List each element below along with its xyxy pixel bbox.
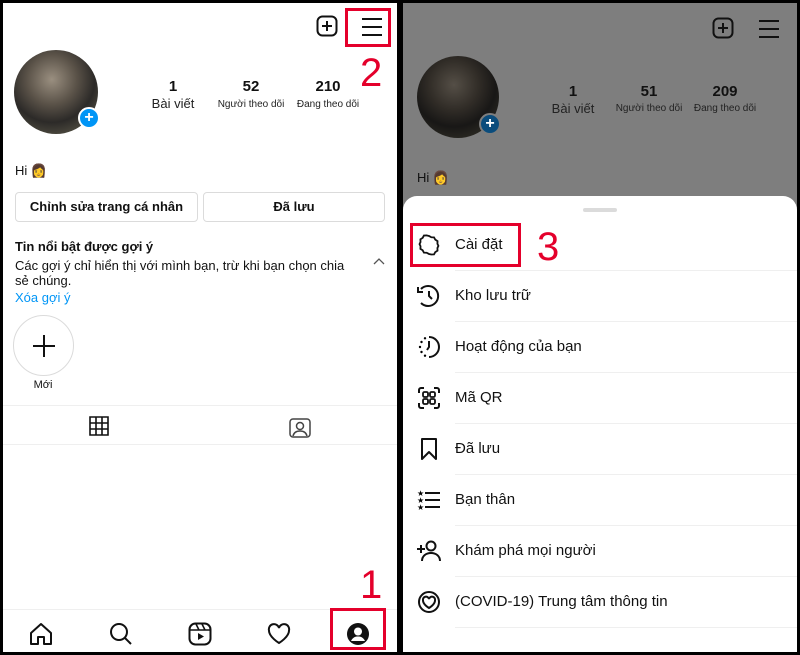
svg-text:★: ★ [417,503,424,512]
highlights-title: Tin nổi bật được gợi ý [15,239,154,254]
menu-item-label: Kho lưu trữ [455,287,531,304]
following-label: Đang theo dõi [693,103,757,114]
following-count: 209 [712,83,738,100]
new-highlight-button[interactable] [13,315,74,376]
grid-icon[interactable] [89,416,109,436]
menu-item-label: (COVID-19) Trung tâm thông tin [455,593,668,610]
reels-icon[interactable] [188,622,212,646]
menu-item-bookmark[interactable]: Đã lưu [403,424,797,475]
bio-text: Hi 👩 [15,163,48,178]
menu-item-label: Hoạt động của bạn [455,338,582,355]
followers-count: 51 [640,83,658,100]
menu-item-close-friends[interactable]: ★ ★ ★ Bạn thân [403,475,797,526]
menu-item-label: Mã QR [455,389,503,406]
step-number-1: 1 [360,563,383,607]
new-post-icon[interactable] [712,17,734,39]
following-count[interactable]: 210 [315,78,340,95]
tagged-icon[interactable] [289,416,311,438]
posts-count: 1 [168,78,178,95]
posts-count: 1 [568,83,578,100]
activity-icon [418,336,440,358]
profile-screen-with-menu: + 1 Bài viết 51 Người theo dõi 209 Đang … [403,3,797,652]
archive-icon [417,285,440,307]
add-story-badge[interactable]: + [78,107,100,129]
plus-icon [33,335,55,357]
hamburger-menu-icon[interactable] [361,17,383,37]
settings-highlight [410,223,521,267]
home-icon[interactable] [29,622,53,646]
menu-item-label: Đã lưu [455,440,501,457]
remove-suggestions-link[interactable]: Xóa gợi ý [15,290,71,305]
menu-item-covid-info[interactable]: (COVID-19) Trung tâm thông tin [403,577,797,628]
new-highlight-label: Mới [33,379,53,391]
highlights-description: Các gợi ý chỉ hiển thị với mình bạn, trừ… [15,258,345,288]
covid-info-icon [418,591,440,613]
edit-profile-button[interactable]: Chỉnh sửa trang cá nhân [15,192,198,222]
menu-sheet: Cài đặt Kho lưu trữ Hoạt động của bạn Mã QR… [403,196,797,652]
profile-icon[interactable] [346,622,370,646]
divider [455,627,797,628]
profile-screen: 2 + 1 Bài viết 52 Người theo dõi 210 Đan… [3,3,397,652]
menu-item-activity[interactable]: Hoạt động của bạn [403,322,797,373]
new-post-icon[interactable] [316,15,338,37]
menu-item-archive[interactable]: Kho lưu trữ [403,271,797,322]
menu-item-label: Bạn thân [455,491,516,508]
bio-text: Hi 👩 [417,170,450,185]
posts-label: Bài viết [551,101,595,116]
posts-label: Bài viết [151,96,195,111]
saved-button[interactable]: Đã lưu [203,192,385,222]
close-friends-icon: ★★★ [417,489,440,512]
search-icon[interactable] [109,622,133,646]
menu-item-qr-code[interactable]: Mã QR [403,373,797,424]
divider [3,405,397,406]
followers-label[interactable]: Người theo dõi [218,99,285,110]
followers-label: Người theo dõi [615,103,683,114]
bookmark-icon [421,438,437,460]
followers-count[interactable]: 52 [243,78,260,95]
step-number-2: 2 [360,51,383,95]
menu-item-label: Khám phá mọi người [455,542,596,559]
sheet-handle[interactable] [583,208,617,212]
chevron-up-icon[interactable] [373,257,385,265]
following-label[interactable]: Đang theo dõi [297,99,359,110]
discover-people-icon [417,540,441,562]
qr-code-icon [418,387,440,409]
hamburger-menu-icon[interactable] [759,19,779,39]
menu-item-discover-people[interactable]: Khám phá mọi người [403,526,797,577]
add-story-badge: + [479,113,501,135]
divider [3,444,397,445]
heart-icon[interactable] [267,623,291,645]
step-number-3: 3 [537,225,560,269]
